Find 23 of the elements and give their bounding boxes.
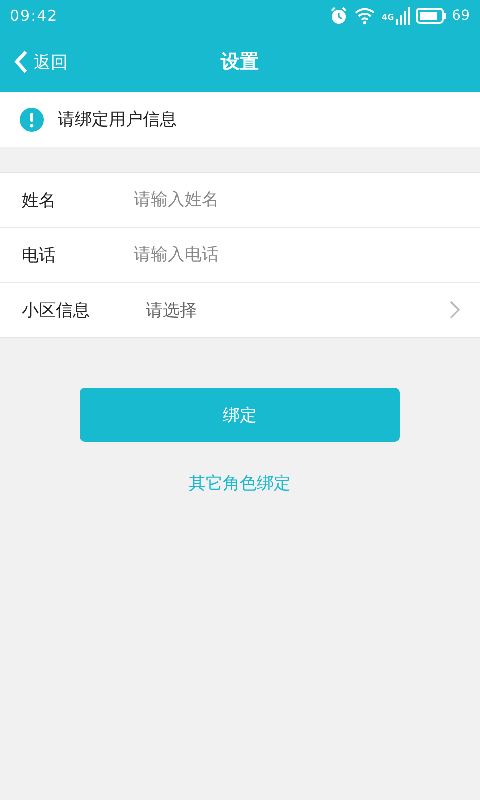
back-label: 返回 — [34, 52, 68, 74]
network-type: 4G — [382, 13, 394, 22]
back-button[interactable]: 返回 — [10, 46, 72, 78]
alarm-icon — [330, 7, 348, 25]
input-field[interactable]: 请输入姓名 — [134, 180, 480, 220]
wifi-icon — [354, 7, 376, 25]
input-field[interactable]: 请输入电话 — [134, 235, 480, 275]
select-field[interactable]: 请选择 — [134, 285, 480, 335]
status-time: 09:42 — [10, 7, 58, 25]
back-chevron-icon — [14, 50, 28, 74]
other-role-link[interactable]: 其它角色绑定 — [185, 468, 295, 499]
field-label: 姓名 — [22, 190, 57, 212]
page-title: 设置 — [221, 50, 259, 75]
info-icon — [20, 108, 44, 132]
notice-text: 请绑定用户信息 — [58, 109, 177, 131]
select-placeholder: 请选择 — [146, 300, 197, 322]
field-label: 电话 — [22, 244, 57, 266]
battery-percent: 69 — [452, 8, 470, 24]
chevron-right-icon — [450, 301, 460, 319]
battery-icon — [416, 8, 446, 24]
bind-button[interactable]: 绑定 — [80, 388, 400, 442]
signal-icon — [396, 7, 410, 25]
field-label: 小区信息 — [22, 300, 91, 322]
